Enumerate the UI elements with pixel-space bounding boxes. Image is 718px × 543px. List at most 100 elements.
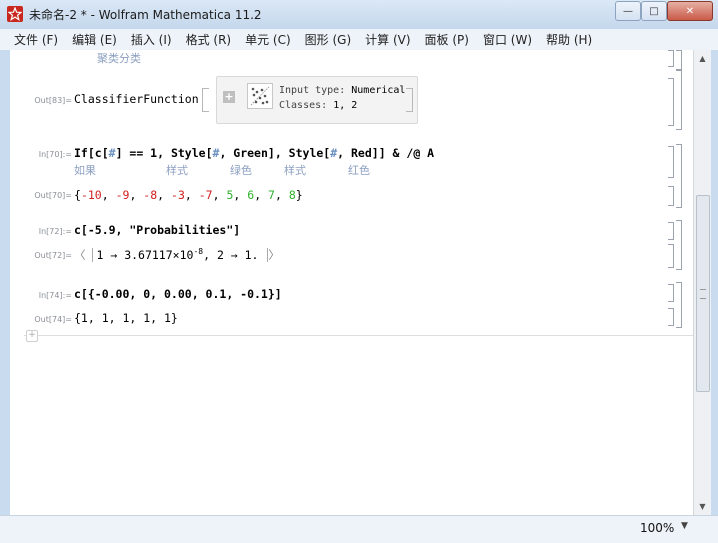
hint-red: 红色 — [348, 164, 370, 177]
classifier-function-head: ClassifierFunction — [74, 92, 199, 106]
hint-style-2: 样式 — [284, 164, 306, 177]
window-title: 未命名-2 * - Wolfram Mathematica 11.2 — [29, 8, 262, 22]
slot-1: # — [108, 146, 116, 160]
cell-insertion-line[interactable] — [24, 335, 693, 336]
output-cell-70[interactable]: {-10, -9, -8, -3, -7, 5, 6, 7, 8} — [74, 188, 303, 202]
separator: , — [233, 188, 248, 202]
maximize-button[interactable]: □ — [641, 1, 667, 21]
value-red: -7 — [198, 188, 213, 202]
value-red: -10 — [80, 188, 102, 202]
vertical-scrollbar[interactable]: ▲ ▼ — [693, 50, 711, 515]
cell-bracket[interactable] — [668, 222, 674, 240]
notebook-area[interactable]: 聚类分类 Out[83]= ClassifierFunction + Input… — [10, 50, 693, 515]
menu-graphics[interactable]: 图形 (G) — [298, 31, 358, 48]
input-cell-70[interactable]: If[c[#] == 1, Style[#, Green], Style[#, … — [74, 146, 434, 160]
scatter-plot-icon — [247, 83, 273, 109]
menu-help[interactable]: 帮助 (H) — [539, 31, 599, 48]
brace-open: { — [74, 188, 81, 202]
scrollbar-thumb[interactable] — [696, 195, 710, 392]
input-cell-74[interactable]: c[{-0.00, 0, 0.00, 0.1, -0.1}] — [74, 287, 282, 301]
separator: , — [184, 188, 199, 202]
status-bar: 100% ▼ — [0, 515, 718, 543]
code-green: , Green], Style[ — [219, 146, 331, 160]
hint-if: 如果 — [74, 164, 96, 177]
value-green: 8 — [288, 188, 296, 202]
scroll-up-arrow-icon[interactable]: ▲ — [694, 50, 711, 67]
classes-value: 1, 2 — [333, 100, 358, 111]
menu-window[interactable]: 窗口 (W) — [476, 31, 539, 48]
value-red: -3 — [171, 188, 185, 202]
out-label-74: Out[74]= — [34, 315, 72, 324]
cell-bracket[interactable] — [668, 146, 674, 178]
zoom-level[interactable]: 100% — [640, 521, 674, 535]
hint-green: 绿色 — [230, 164, 252, 177]
cell-bracket[interactable] — [668, 186, 674, 206]
separator: , — [157, 188, 172, 202]
classifier-summary-box[interactable]: + Input type: Numerical Classes: 1, 2 — [216, 76, 418, 124]
mathematica-logo-icon[interactable] — [7, 6, 23, 22]
cell-bracket[interactable] — [668, 308, 674, 326]
zoom-dropdown-icon[interactable]: ▼ — [681, 521, 688, 531]
menu-bar: 文件 (F) 编辑 (E) 插入 (I) 格式 (R) 单元 (C) 图形 (G… — [0, 29, 718, 50]
menu-file[interactable]: 文件 (F) — [0, 31, 65, 48]
out-label-72: Out[72]= — [34, 251, 72, 260]
power-exponent: -8 — [193, 247, 204, 257]
brace-close: } — [295, 188, 303, 202]
cell-bracket[interactable] — [668, 50, 674, 67]
minimize-button[interactable]: — — [615, 1, 641, 21]
maximize-icon: □ — [649, 5, 659, 17]
group-bracket[interactable] — [676, 144, 682, 208]
menu-evaluation[interactable]: 计算 (V) — [358, 31, 417, 48]
menu-format[interactable]: 格式 (R) — [179, 31, 239, 48]
menu-cell[interactable]: 单元 (C) — [238, 31, 298, 48]
group-bracket[interactable] — [676, 50, 682, 70]
out-label-70: Out[70]= — [34, 191, 72, 200]
output-cell-74[interactable]: {1, 1, 1, 1, 1} — [74, 311, 178, 325]
input-cell-72[interactable]: c[-5.9, "Probabilities"] — [74, 223, 240, 237]
in-label-70: In[70]:= — [38, 150, 72, 159]
group-bracket[interactable] — [676, 220, 682, 270]
rule-arrow: → — [110, 248, 118, 262]
in-label-74: In[74]:= — [38, 291, 72, 300]
cell-bracket[interactable] — [668, 244, 674, 268]
key-1: 1 — [96, 248, 104, 262]
menu-palettes[interactable]: 面板 (P) — [418, 31, 476, 48]
value-red: -9 — [115, 188, 130, 202]
expand-plus-icon[interactable]: + — [223, 91, 235, 103]
classes-key: Classes: — [279, 100, 328, 111]
code-if: If[c[ — [74, 146, 109, 160]
hint-cluster-classify: 聚类分类 — [97, 52, 141, 65]
close-icon: ✕ — [685, 5, 695, 17]
code-eq: ] == 1, Style[ — [115, 146, 213, 160]
separator: , — [129, 188, 144, 202]
summary-right-bracket — [406, 88, 413, 112]
classes-row: Classes: 1, 2 — [279, 100, 357, 111]
group-bracket[interactable] — [676, 70, 682, 130]
value-green: 7 — [268, 188, 275, 202]
separator: , — [254, 188, 269, 202]
title-bar: 未命名-2 * - Wolfram Mathematica 11.2 — □ ✕ — [0, 0, 718, 30]
input-type-key: Input type: — [279, 85, 346, 96]
association-open: 〈 — [74, 248, 86, 262]
output-cell-72[interactable]: 〈 1 → 3.67117×10-8, 2 → 1. 〉 — [74, 247, 280, 263]
separator: , — [101, 188, 116, 202]
separator: , — [274, 188, 289, 202]
input-type-row: Input type: Numerical — [279, 85, 405, 96]
times-sign: × — [172, 248, 180, 262]
value-red: -8 — [143, 188, 158, 202]
group-bracket[interactable] — [676, 282, 682, 328]
code-red: , Red]] & /@ A — [337, 146, 435, 160]
mantissa: 3.67117 — [124, 248, 173, 262]
add-cell-plus-icon[interactable]: + — [26, 330, 38, 342]
grip-icon — [700, 289, 706, 299]
association-close: 〉 — [268, 248, 280, 262]
close-button[interactable]: ✕ — [667, 1, 713, 21]
menu-edit[interactable]: 编辑 (E) — [65, 31, 124, 48]
cell-bracket[interactable] — [668, 78, 674, 126]
scroll-down-arrow-icon[interactable]: ▼ — [694, 498, 711, 515]
cell-bracket[interactable] — [668, 284, 674, 302]
hint-style-1: 样式 — [166, 164, 188, 177]
input-type-value: Numerical — [351, 85, 406, 96]
menu-insert[interactable]: 插入 (I) — [124, 31, 179, 48]
out-label-83: Out[83]= — [34, 96, 72, 105]
